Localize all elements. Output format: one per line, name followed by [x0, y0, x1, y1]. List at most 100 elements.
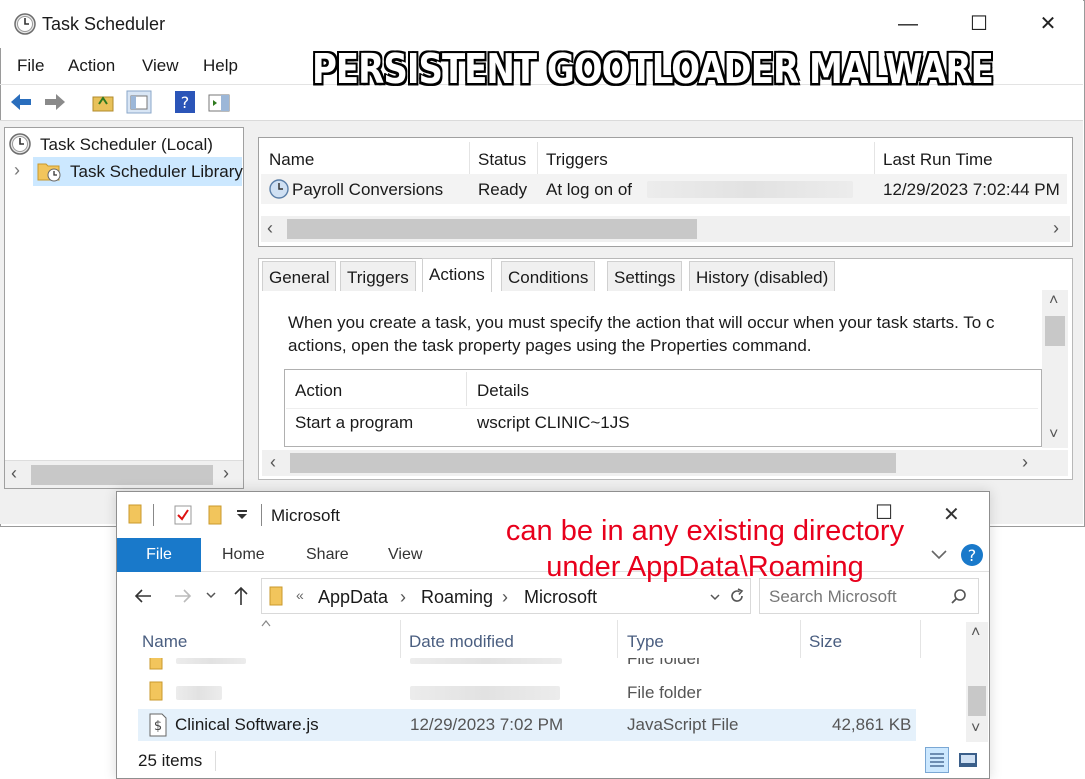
tab-history[interactable]: History (disabled): [689, 261, 836, 291]
actions-help-text: When you create a task, you must specify…: [288, 311, 1040, 357]
column-header-last-run[interactable]: Last Run Time: [883, 150, 993, 170]
detail-vertical-scrollbar[interactable]: ˄ ˅: [1042, 290, 1068, 448]
task-clock-icon: [269, 179, 289, 199]
close-button[interactable]: ✕: [943, 502, 960, 527]
action-details[interactable]: wscript CLINIC~1JS: [477, 413, 630, 433]
up-folder-icon[interactable]: [90, 90, 116, 114]
tab-triggers[interactable]: Triggers: [340, 261, 416, 291]
back-arrow-icon[interactable]: [8, 90, 34, 114]
customize-chevron-icon[interactable]: [235, 510, 249, 520]
column-header-triggers[interactable]: Triggers: [546, 150, 608, 170]
scroll-left-arrow-icon[interactable]: ‹: [267, 218, 273, 239]
divider: [286, 408, 1038, 409]
recent-locations-chevron-icon[interactable]: [205, 590, 217, 600]
large-icons-view-icon[interactable]: [957, 749, 979, 771]
redacted-date: [410, 658, 562, 664]
scroll-thumb[interactable]: [968, 686, 986, 716]
search-icon[interactable]: [950, 588, 968, 606]
expand-chevron-icon[interactable]: ›: [14, 160, 20, 181]
tab-conditions[interactable]: Conditions: [501, 261, 596, 291]
list-item[interactable]: File folder: [138, 658, 916, 672]
scroll-up-arrow-icon[interactable]: ˄: [971, 624, 980, 642]
scroll-thumb[interactable]: [287, 219, 697, 239]
scroll-down-arrow-icon[interactable]: ˅: [1049, 426, 1058, 444]
actions-table: Action Details Start a program wscript C…: [284, 369, 1042, 447]
overflow-chevrons[interactable]: «: [296, 587, 304, 603]
back-arrow-icon[interactable]: [133, 586, 153, 606]
scroll-right-arrow-icon[interactable]: ›: [1053, 218, 1059, 239]
scroll-thumb[interactable]: [1045, 316, 1065, 346]
column-header-name[interactable]: Name: [142, 632, 187, 652]
table-row[interactable]: Payroll Conversions Ready At log on of 1…: [261, 174, 1067, 204]
new-folder-icon[interactable]: [207, 504, 223, 526]
column-header-status[interactable]: Status: [478, 150, 526, 170]
minimize-button[interactable]: —: [886, 8, 930, 40]
task-scheduler-titlebar[interactable]: Task Scheduler — ☐ ✕: [0, 0, 1083, 48]
scroll-left-arrow-icon[interactable]: ‹: [270, 452, 276, 473]
scroll-down-arrow-icon[interactable]: ˅: [971, 720, 980, 738]
tab-general[interactable]: General: [262, 261, 337, 291]
file-list-vertical-scrollbar[interactable]: ˄ ˅: [966, 622, 988, 742]
divider: [261, 504, 262, 526]
menu-help[interactable]: Help: [203, 56, 238, 76]
scroll-thumb[interactable]: [290, 453, 896, 473]
properties-check-icon[interactable]: [173, 504, 193, 526]
explorer-title: Microsoft: [271, 506, 340, 525]
menu-action[interactable]: Action: [68, 56, 115, 76]
breadcrumb-roaming[interactable]: Roaming: [421, 587, 493, 608]
task-trigger: At log on of: [546, 180, 633, 199]
scroll-right-arrow-icon[interactable]: ›: [223, 463, 229, 484]
task-list: Name Status Triggers Last Run Time Payro…: [258, 137, 1073, 247]
address-dropdown-chevron-icon[interactable]: [709, 592, 721, 602]
list-item[interactable]: File folder: [138, 677, 916, 709]
breadcrumb-appdata[interactable]: AppData: [318, 587, 388, 608]
ribbon-tab-home[interactable]: Home: [222, 546, 265, 564]
column-header-details[interactable]: Details: [477, 381, 529, 401]
ribbon-tab-view[interactable]: View: [388, 546, 422, 564]
help-icon[interactable]: ?: [960, 543, 984, 567]
help-icon[interactable]: ?: [172, 90, 198, 114]
scroll-left-arrow-icon[interactable]: ‹: [11, 463, 17, 484]
file-name[interactable]: Clinical Software.js: [175, 715, 319, 735]
scroll-thumb[interactable]: [31, 465, 213, 485]
details-view-icon[interactable]: [925, 747, 949, 773]
scroll-right-arrow-icon[interactable]: ›: [1022, 452, 1028, 473]
column-header-size[interactable]: Size: [809, 632, 842, 652]
column-header-action[interactable]: Action: [295, 381, 342, 401]
actions-help-line: actions, open the task property pages us…: [288, 336, 812, 355]
refresh-icon[interactable]: [728, 587, 746, 605]
column-divider: [617, 620, 618, 658]
forward-arrow-icon[interactable]: [173, 586, 193, 606]
ribbon-tab-share[interactable]: Share: [306, 546, 349, 564]
annotation-line: under AppData\Roaming: [546, 551, 864, 583]
ribbon-tab-file[interactable]: File: [117, 538, 201, 572]
folder-icon: [149, 658, 163, 670]
task-list-horizontal-scrollbar[interactable]: ‹ ›: [261, 216, 1070, 242]
show-hide-console-icon[interactable]: [126, 90, 152, 114]
breadcrumb-microsoft[interactable]: Microsoft: [524, 587, 597, 608]
menu-file[interactable]: File: [17, 56, 44, 76]
folder-icon: [149, 681, 163, 701]
action-pane-icon[interactable]: [206, 90, 232, 114]
close-button[interactable]: ✕: [1026, 8, 1070, 40]
status-bar: 25 items: [117, 745, 989, 777]
column-header-type[interactable]: Type: [627, 632, 664, 652]
action-type[interactable]: Start a program: [295, 413, 413, 433]
detail-horizontal-scrollbar[interactable]: ‹ ›: [262, 450, 1068, 476]
clock-icon: [14, 13, 36, 35]
column-divider: [469, 142, 470, 176]
task-last-run: 12/29/2023 7:02:44 PM: [883, 180, 1060, 199]
up-arrow-icon[interactable]: [231, 585, 251, 607]
forward-arrow-icon[interactable]: [42, 90, 68, 114]
tree-horizontal-scrollbar[interactable]: ‹ ›: [5, 460, 243, 488]
tree-item-root[interactable]: Task Scheduler (Local): [40, 135, 213, 155]
column-header-name[interactable]: Name: [269, 150, 314, 170]
column-divider: [537, 142, 538, 176]
tab-settings[interactable]: Settings: [607, 261, 683, 291]
menu-view[interactable]: View: [142, 56, 179, 76]
tab-actions[interactable]: Actions: [422, 258, 492, 292]
scroll-up-arrow-icon[interactable]: ˄: [1049, 292, 1058, 310]
column-header-date[interactable]: Date modified: [409, 632, 514, 652]
list-item-selected[interactable]: $ Clinical Software.js 12/29/2023 7:02 P…: [138, 709, 916, 741]
maximize-button[interactable]: ☐: [957, 8, 1001, 40]
